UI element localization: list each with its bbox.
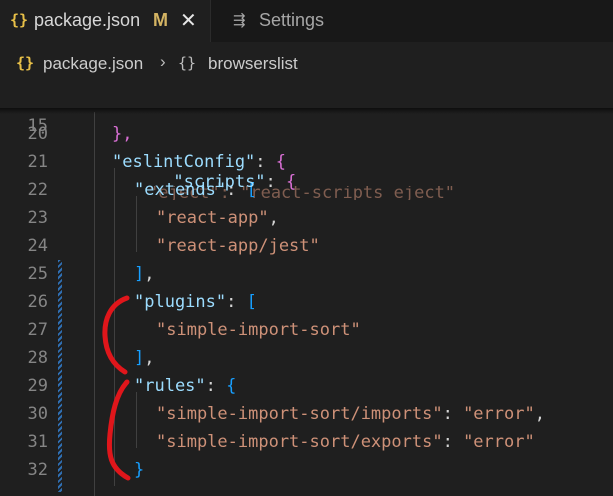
object-braces-icon: {} [178, 54, 197, 72]
red-bracket-around-rules [106, 379, 131, 481]
breadcrumb-file[interactable]: package.json [43, 54, 143, 74]
breadcrumb-symbol[interactable]: browserslist [208, 54, 298, 74]
code-editor[interactable]: "eject": "react-scripts eject" 20},21"es… [0, 84, 613, 496]
close-icon[interactable]: ✕ [180, 8, 197, 33]
breadcrumb: {} package.json › {} browserslist [0, 42, 613, 84]
modified-badge: M [153, 10, 168, 30]
tab-package-json[interactable]: {} package.json M ✕ [0, 0, 211, 42]
chevron-right-icon: › [160, 52, 166, 71]
tab-label: Settings [259, 10, 325, 30]
json-braces-icon: {} [16, 54, 35, 72]
annotation-overlay [102, 295, 131, 481]
tab-bar: {} package.json M ✕ ⇶ Settings [0, 0, 613, 43]
json-braces-icon: {} [10, 11, 29, 29]
tab-label: package.json [34, 10, 141, 30]
red-bracket-around-plugins [102, 295, 130, 375]
settings-icon: ⇶ [233, 12, 246, 29]
tab-settings[interactable]: ⇶ Settings [211, 0, 361, 42]
